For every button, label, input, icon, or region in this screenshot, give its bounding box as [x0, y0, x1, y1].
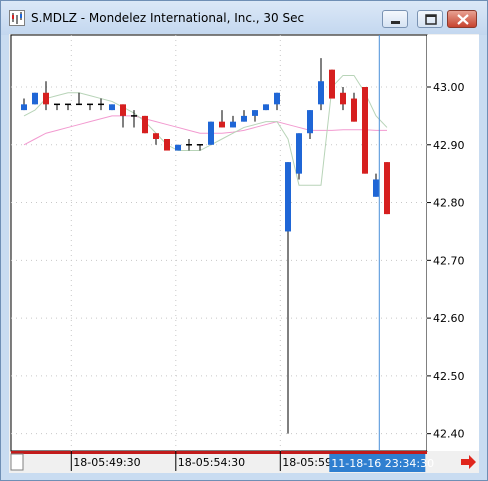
minimize-button[interactable]	[382, 10, 408, 28]
y-tick-label: 42.60	[433, 312, 465, 325]
candlestick-chart[interactable]: 43.00 42.90 42.80 42.70 42.60 42.50 42.40 18-0…	[9, 34, 479, 473]
y-tick-label: 42.80	[433, 197, 465, 210]
scroll-left-box[interactable]	[10, 453, 24, 471]
candle-body-up[interactable]	[307, 110, 313, 134]
candle-body-up[interactable]	[318, 81, 324, 105]
candle-body-up[interactable]	[263, 104, 269, 111]
candle-body-down[interactable]	[329, 69, 335, 99]
candle-body-down[interactable]	[340, 92, 346, 105]
candle-body-up[interactable]	[109, 104, 115, 111]
candle-body-up[interactable]	[285, 162, 291, 232]
minimize-icon	[391, 21, 400, 24]
y-tick-label: 43.00	[433, 81, 465, 94]
close-button[interactable]	[447, 10, 477, 28]
maximize-icon	[425, 14, 437, 25]
y-tick-label: 42.90	[433, 139, 465, 152]
y-tick-label: 42.40	[433, 428, 465, 441]
x-tick-label: 18-05:49:30	[73, 456, 140, 469]
candle-body-up[interactable]	[296, 133, 302, 174]
chart-client-area: 43.00 42.90 42.80 42.70 42.60 42.50 42.40 18-0…	[9, 34, 479, 473]
close-icon	[457, 14, 469, 25]
candle-body-up[interactable]	[208, 121, 214, 145]
maximize-button[interactable]	[417, 10, 443, 28]
y-tick-label: 42.70	[433, 254, 465, 267]
candle-body-up[interactable]	[252, 110, 258, 116]
x-tick-label: 18-05:54:30	[178, 456, 245, 469]
candle-body-up[interactable]	[32, 92, 38, 105]
title-bar[interactable]: S.MDLZ - Mondelez International, Inc., 3…	[1, 1, 487, 35]
time-scroll-track[interactable]	[11, 451, 427, 454]
candle-body-down[interactable]	[43, 92, 49, 105]
candle-body-down[interactable]	[384, 162, 390, 215]
candle-body-down[interactable]	[120, 104, 126, 116]
candle-body-up[interactable]	[175, 144, 181, 151]
price-axis-area[interactable]	[427, 35, 479, 451]
candle-body-down[interactable]	[219, 121, 225, 128]
candle-body-down[interactable]	[142, 115, 148, 134]
candle-body-up[interactable]	[230, 121, 236, 128]
candle-body-down[interactable]	[153, 133, 159, 139]
candle-body-down[interactable]	[362, 87, 368, 174]
scroll-right-arrow-icon[interactable]	[461, 455, 476, 469]
candle-body-up[interactable]	[21, 104, 27, 111]
candle-body-up[interactable]	[241, 115, 247, 122]
window-title: S.MDLZ - Mondelez International, Inc., 3…	[31, 11, 305, 25]
candle-body-down[interactable]	[164, 139, 170, 151]
candle-body-up[interactable]	[373, 179, 379, 197]
chart-window: S.MDLZ - Mondelez International, Inc., 3…	[0, 0, 488, 481]
candle-body-up[interactable]	[274, 92, 280, 105]
y-tick-label: 42.50	[433, 370, 465, 383]
app-chart-icon	[9, 10, 25, 26]
candle-body-down[interactable]	[351, 98, 357, 122]
cursor-time-label: 11-18-16 23:34:30	[331, 457, 434, 470]
